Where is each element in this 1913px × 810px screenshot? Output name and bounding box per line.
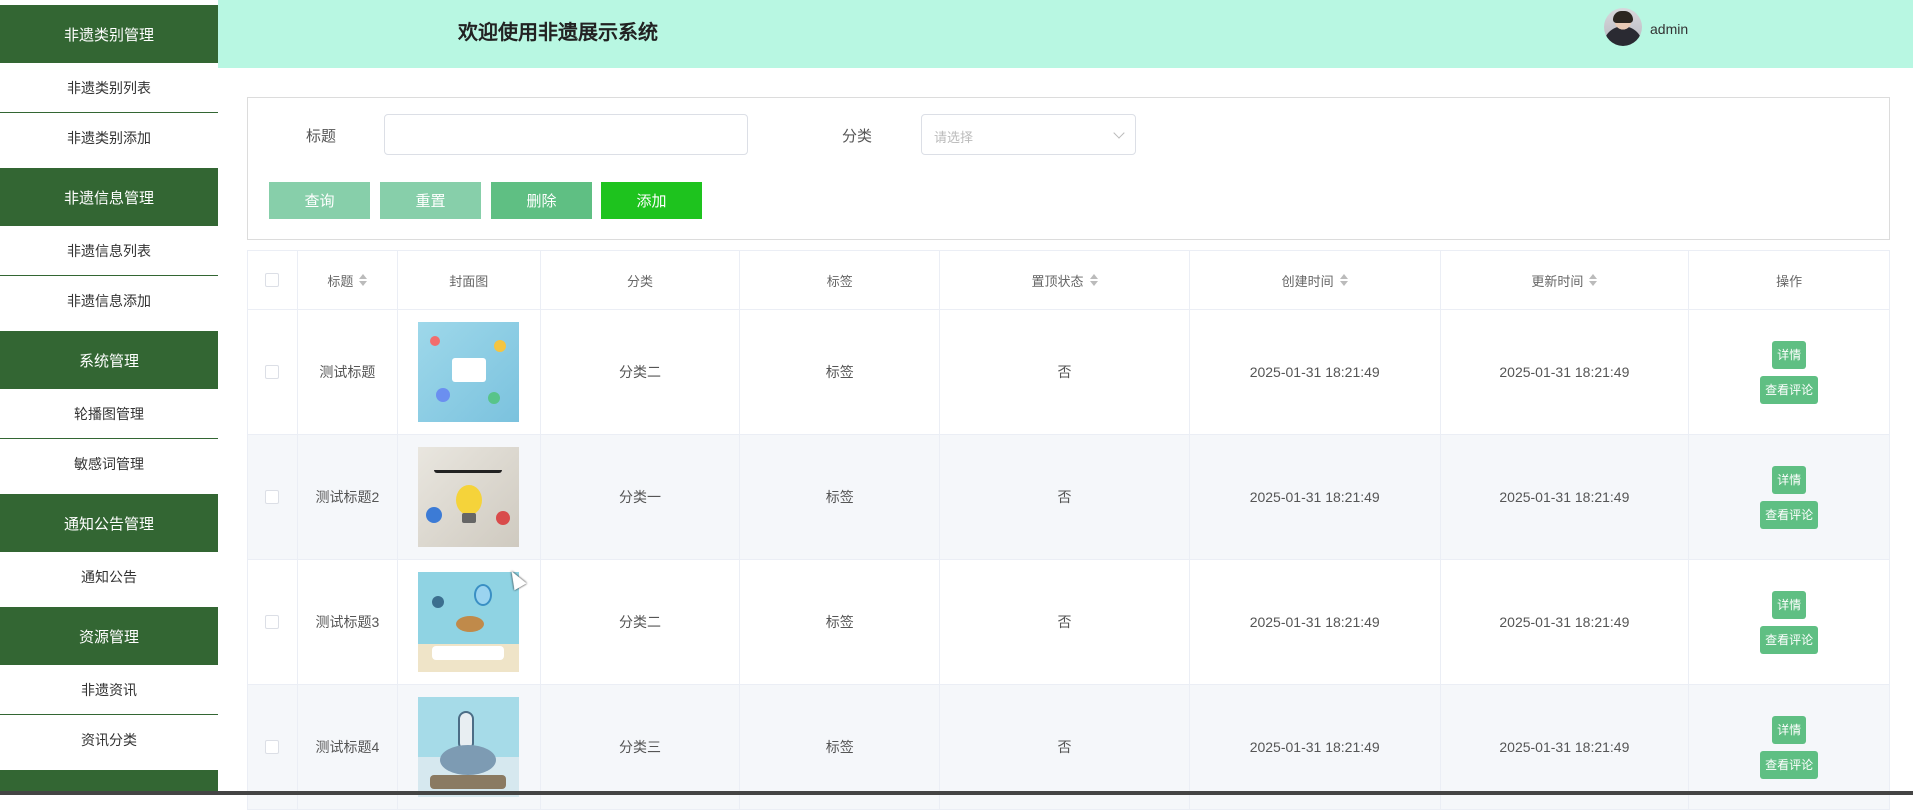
menu-item-info-add[interactable]: 非遗信息添加: [0, 276, 218, 326]
menu-item-carousel[interactable]: 轮播图管理: [0, 389, 218, 439]
title-input[interactable]: [384, 114, 748, 155]
row-checkbox[interactable]: [265, 490, 280, 504]
cell-created: 2025-01-31 18:21:49: [1190, 560, 1441, 684]
col-title[interactable]: 标题: [298, 251, 398, 309]
cell-title: 测试标题2: [298, 435, 398, 559]
view-comments-button[interactable]: 查看评论: [1760, 375, 1819, 404]
cell-top-status: 否: [940, 310, 1190, 434]
menu-group-info-mgmt[interactable]: 非遗信息管理: [0, 168, 218, 226]
col-cover: 封面图: [398, 251, 541, 309]
cell-created: 2025-01-31 18:21:49: [1190, 310, 1441, 434]
header: 欢迎使用非遗展示系统 admin: [218, 0, 1913, 68]
cell-tag: 标签: [740, 310, 941, 434]
cell-category: 分类二: [541, 310, 741, 434]
row-checkbox[interactable]: [265, 365, 280, 379]
menu-item-category-list[interactable]: 非遗类别列表: [0, 63, 218, 113]
cell-updated: 2025-01-31 18:21:49: [1441, 310, 1690, 434]
avatar[interactable]: [1604, 8, 1642, 46]
menu-item-sensitive-words[interactable]: 敏感词管理: [0, 439, 218, 489]
menu-group-resource-mgmt[interactable]: 资源管理: [0, 607, 218, 665]
cell-category: 分类一: [541, 435, 741, 559]
col-category: 分类: [541, 251, 741, 309]
col-updated[interactable]: 更新时间: [1441, 251, 1690, 309]
detail-button[interactable]: 详情: [1772, 715, 1807, 744]
data-table: 标题 封面图 分类 标签 置顶状态 创建时间 更新时间 操作 测试标题 分类二 …: [247, 250, 1890, 810]
col-top-status[interactable]: 置顶状态: [940, 251, 1190, 309]
cell-title: 测试标题: [298, 310, 398, 434]
menu-item-category-add[interactable]: 非遗类别添加: [0, 113, 218, 163]
category-select[interactable]: 请选择: [921, 114, 1136, 155]
cell-top-status: 否: [940, 435, 1190, 559]
sidebar: 非遗类别管理 非遗类别列表 非遗类别添加 非遗信息管理 非遗信息列表 非遗信息添…: [0, 0, 218, 795]
cell-created: 2025-01-31 18:21:49: [1190, 435, 1441, 559]
cell-updated: 2025-01-31 18:21:49: [1441, 560, 1690, 684]
detail-button[interactable]: 详情: [1772, 590, 1807, 619]
username[interactable]: admin: [1650, 21, 1688, 37]
detail-button[interactable]: 详情: [1772, 465, 1807, 494]
page-title: 欢迎使用非遗展示系统: [458, 22, 658, 44]
sort-icon[interactable]: [1589, 274, 1598, 286]
cell-title: 测试标题3: [298, 560, 398, 684]
cell-tag: 标签: [740, 560, 941, 684]
sort-icon[interactable]: [1089, 274, 1098, 286]
cover-image[interactable]: [418, 447, 520, 547]
col-tag: 标签: [740, 251, 941, 309]
table-row: 测试标题3 分类二 标签 否 2025-01-31 18:21:49 2025-…: [248, 560, 1889, 685]
category-placeholder: 请选择: [934, 130, 974, 145]
select-all-checkbox[interactable]: [265, 273, 280, 287]
col-created[interactable]: 创建时间: [1190, 251, 1441, 309]
cover-image[interactable]: [418, 322, 520, 422]
row-checkbox[interactable]: [265, 615, 280, 629]
menu-item-info-list[interactable]: 非遗信息列表: [0, 226, 218, 276]
view-comments-button[interactable]: 查看评论: [1760, 750, 1819, 779]
menu-group-notice-mgmt[interactable]: 通知公告管理: [0, 494, 218, 552]
query-button[interactable]: 查询: [269, 182, 370, 219]
sort-icon[interactable]: [1339, 274, 1348, 286]
table-header-row: 标题 封面图 分类 标签 置顶状态 创建时间 更新时间 操作: [248, 251, 1889, 310]
table-row: 测试标题2 分类一 标签 否 2025-01-31 18:21:49 2025-…: [248, 435, 1889, 560]
cell-category: 分类二: [541, 560, 741, 684]
delete-button[interactable]: 删除: [491, 182, 592, 219]
sort-icon[interactable]: [359, 274, 368, 286]
cover-image[interactable]: [418, 697, 520, 797]
menu-item-notice[interactable]: 通知公告: [0, 552, 218, 602]
cell-updated: 2025-01-31 18:21:49: [1441, 435, 1690, 559]
menu-group-category-mgmt[interactable]: 非遗类别管理: [0, 5, 218, 63]
menu-item-news-category[interactable]: 资讯分类: [0, 715, 218, 765]
col-actions: 操作: [1776, 273, 1803, 289]
menu-group-system-mgmt[interactable]: 系统管理: [0, 331, 218, 389]
add-button[interactable]: 添加: [601, 182, 702, 219]
view-comments-button[interactable]: 查看评论: [1760, 625, 1819, 654]
cell-tag: 标签: [740, 435, 941, 559]
chevron-down-icon: [1113, 127, 1125, 139]
view-comments-button[interactable]: 查看评论: [1760, 500, 1819, 529]
menu-item-news[interactable]: 非遗资讯: [0, 665, 218, 715]
category-label: 分类: [842, 128, 873, 145]
row-checkbox[interactable]: [265, 740, 280, 754]
reset-button[interactable]: 重置: [380, 182, 481, 219]
title-label: 标题: [306, 128, 337, 145]
search-panel: 标题 分类 请选择 查询 重置 删除 添加: [247, 97, 1890, 240]
bottom-scrollbar[interactable]: [0, 791, 1913, 795]
cell-top-status: 否: [940, 560, 1190, 684]
detail-button[interactable]: 详情: [1772, 340, 1807, 369]
cover-image[interactable]: [418, 572, 520, 672]
table-row: 测试标题 分类二 标签 否 2025-01-31 18:21:49 2025-0…: [248, 310, 1889, 435]
